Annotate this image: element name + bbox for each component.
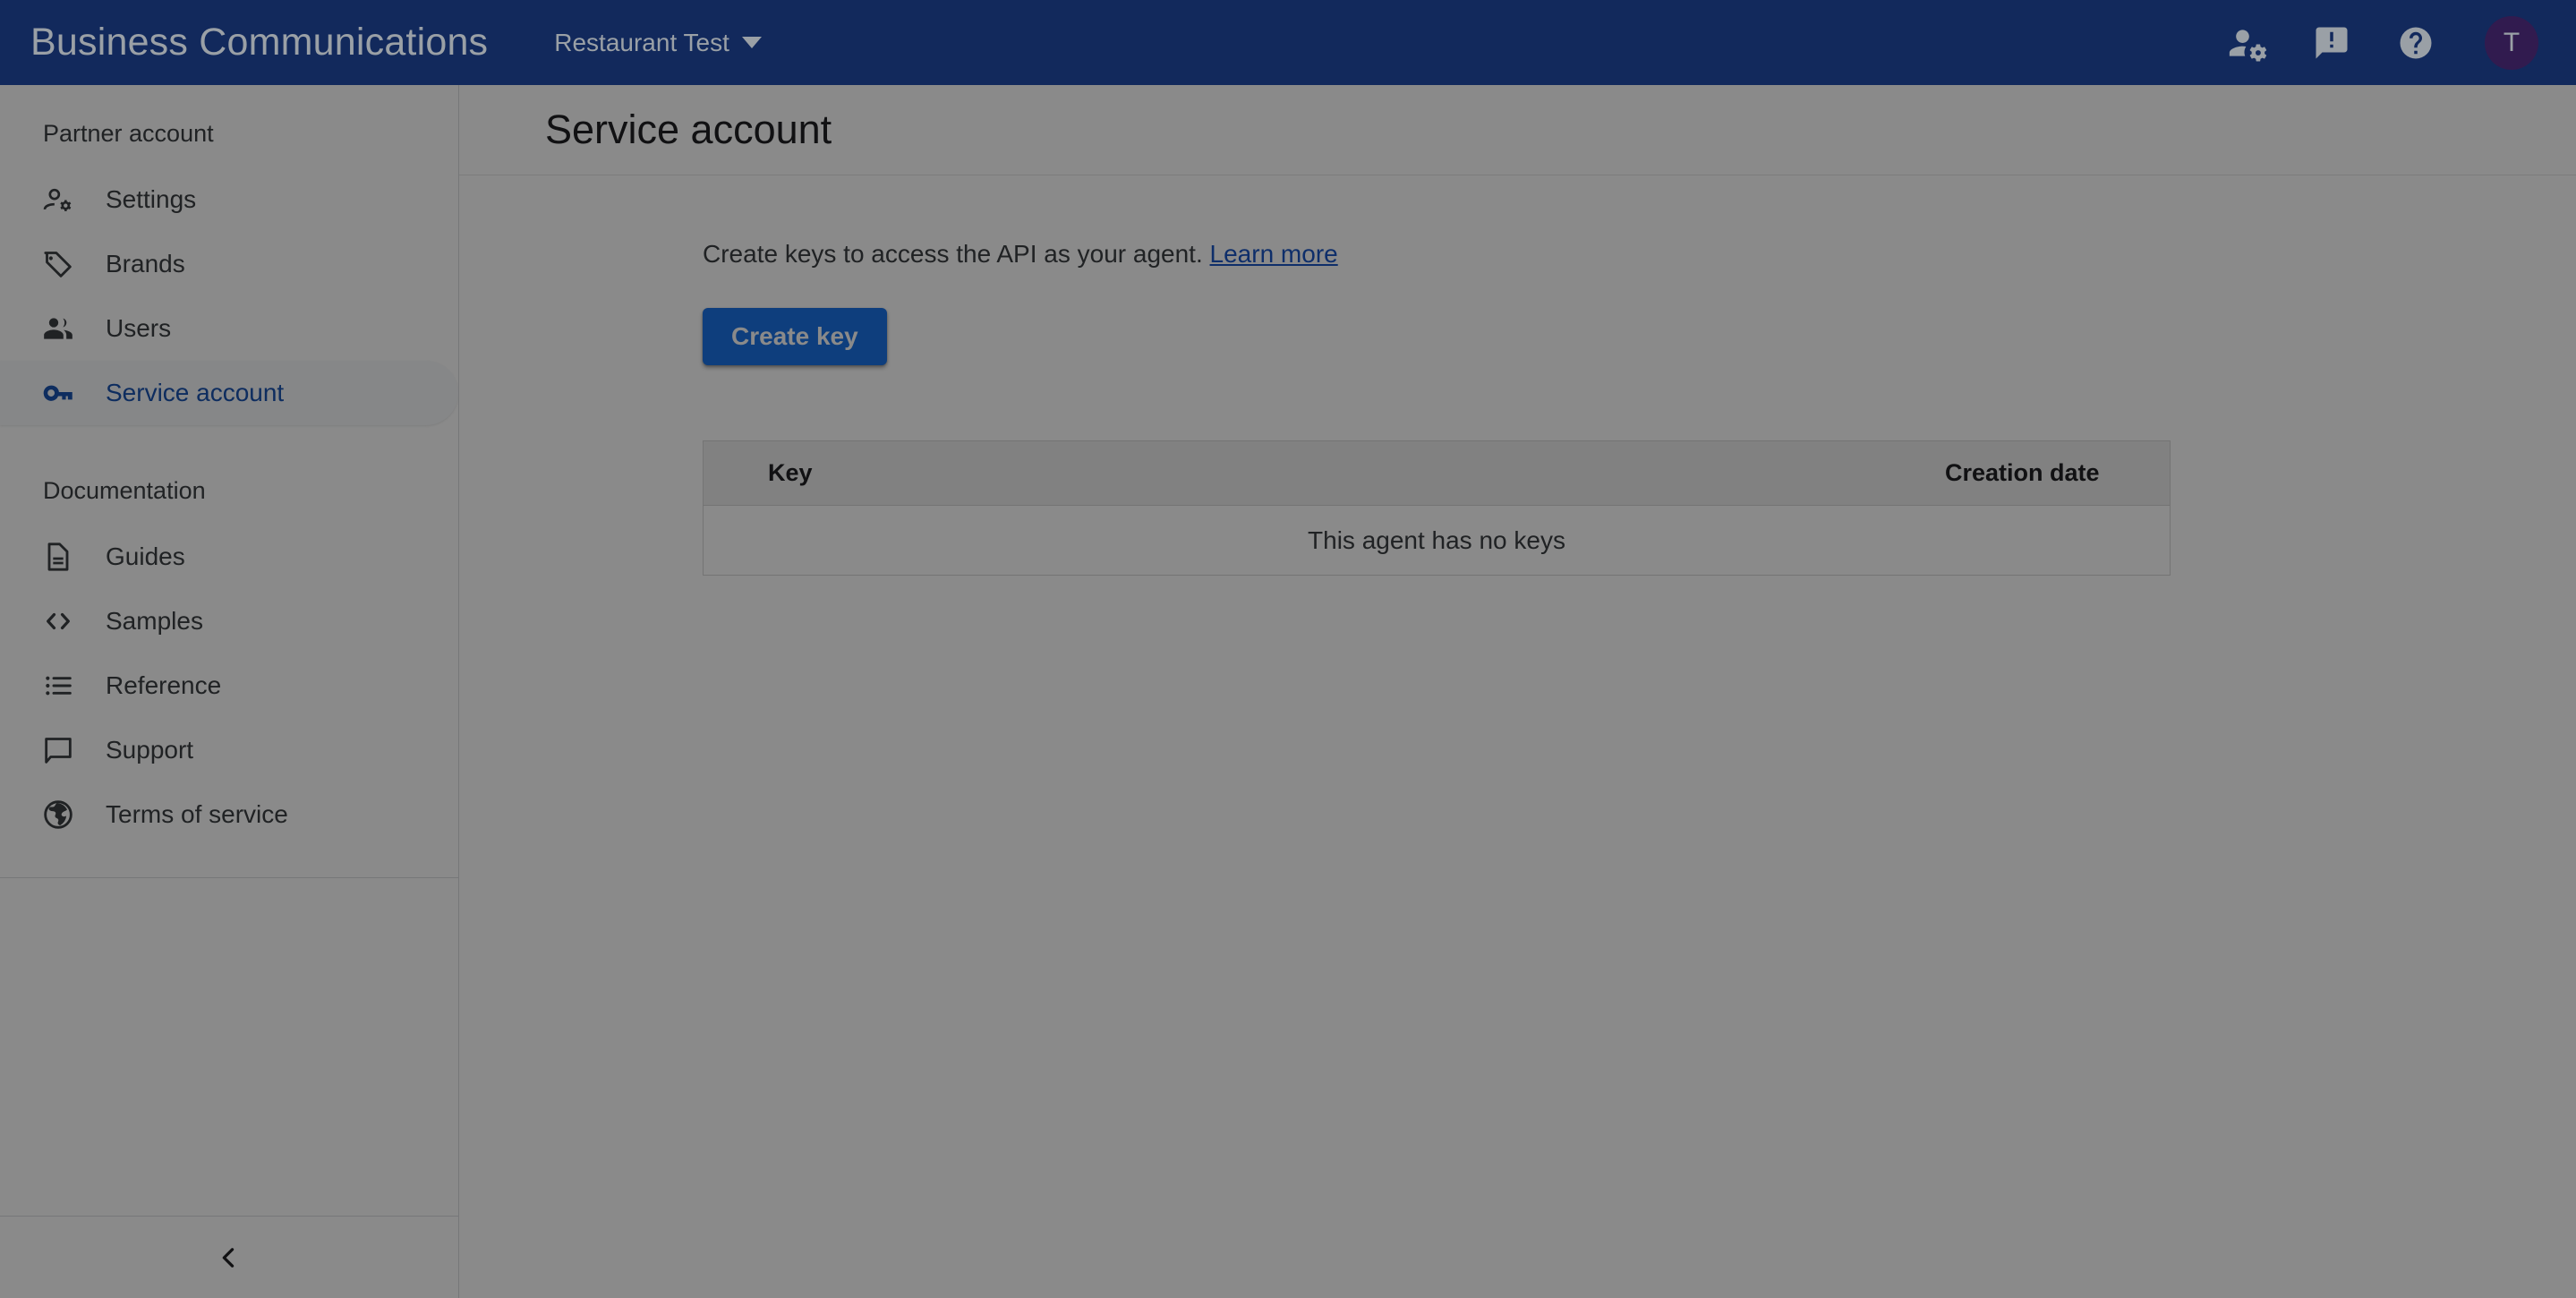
chevron-down-icon (742, 37, 762, 48)
sidebar-item-settings[interactable]: Settings (0, 167, 458, 232)
list-icon (38, 665, 79, 706)
code-icon (38, 601, 79, 642)
panel-description: Create keys to access the API as your ag… (703, 240, 2576, 269)
globe-icon (38, 794, 79, 835)
product-title: Business Communications (30, 21, 488, 64)
sidebar-section-partner-account-title: Partner account (0, 85, 458, 167)
keys-table-header-row: Key Creation date (704, 441, 2171, 506)
main-content: Service account Create keys to access th… (459, 85, 2576, 1298)
avatar[interactable]: T (2485, 16, 2538, 70)
chevron-left-icon (214, 1242, 244, 1273)
sidebar-collapse-button[interactable] (0, 1216, 458, 1298)
avatar-initial: T (2503, 28, 2520, 58)
column-header-creation-date: Creation date (1437, 441, 2171, 506)
table-row: This agent has no keys (704, 506, 2171, 576)
empty-state-message: This agent has no keys (704, 506, 2171, 576)
service-account-panel: Create keys to access the API as your ag… (459, 175, 2576, 576)
sidebar-divider (0, 877, 458, 878)
column-header-key: Key (704, 441, 1437, 506)
sidebar-item-label: Reference (106, 671, 221, 700)
page-header: Service account (459, 85, 2576, 175)
agent-switcher-label: Restaurant Test (554, 29, 729, 57)
feedback-button[interactable] (2311, 22, 2352, 64)
top-app-bar: Business Communications Restaurant Test (0, 0, 2576, 85)
tag-icon (38, 243, 79, 285)
sidebar-item-label: Users (106, 314, 171, 343)
sidebar-item-label: Terms of service (106, 800, 288, 829)
sidebar-item-guides[interactable]: Guides (0, 525, 458, 589)
keys-table-body: This agent has no keys (704, 506, 2171, 576)
sidebar-item-samples[interactable]: Samples (0, 589, 458, 653)
document-icon (38, 536, 79, 577)
manage-accounts-icon (38, 179, 79, 220)
key-icon (38, 372, 79, 414)
app-root: Business Communications Restaurant Test (0, 0, 2576, 1298)
panel-description-text: Create keys to access the API as your ag… (703, 240, 1203, 268)
sidebar-item-label: Service account (106, 379, 284, 407)
sidebar-item-label: Settings (106, 185, 196, 214)
sidebar-item-users[interactable]: Users (0, 296, 458, 361)
sidebar-scroll-area: Partner account Settings (0, 85, 458, 1216)
create-key-button[interactable]: Create key (703, 308, 887, 365)
learn-more-link[interactable]: Learn more (1210, 240, 1338, 268)
sidebar-item-label: Support (106, 736, 193, 764)
sidebar: Partner account Settings (0, 85, 459, 1298)
sidebar-item-reference[interactable]: Reference (0, 653, 458, 718)
chat-bubble-icon (38, 730, 79, 771)
sidebar-item-brands[interactable]: Brands (0, 232, 458, 296)
appbar-actions: T (2227, 16, 2538, 70)
people-icon (38, 308, 79, 349)
manage-accounts-icon (2228, 23, 2267, 63)
keys-table: Key Creation date This agent has no keys (703, 440, 2171, 576)
sidebar-section-documentation-title: Documentation (0, 425, 458, 525)
sidebar-item-label: Guides (106, 542, 185, 571)
help-icon (2397, 24, 2435, 62)
help-button[interactable] (2395, 22, 2436, 64)
sidebar-item-label: Samples (106, 607, 203, 636)
keys-table-head: Key Creation date (704, 441, 2171, 506)
page-title: Service account (545, 107, 832, 153)
sidebar-item-terms-of-service[interactable]: Terms of service (0, 782, 458, 847)
sidebar-item-support[interactable]: Support (0, 718, 458, 782)
sidebar-item-service-account[interactable]: Service account (0, 361, 458, 425)
feedback-icon (2313, 24, 2350, 62)
manage-accounts-button[interactable] (2227, 22, 2268, 64)
agent-switcher[interactable]: Restaurant Test (554, 29, 762, 57)
sidebar-item-label: Brands (106, 250, 185, 278)
